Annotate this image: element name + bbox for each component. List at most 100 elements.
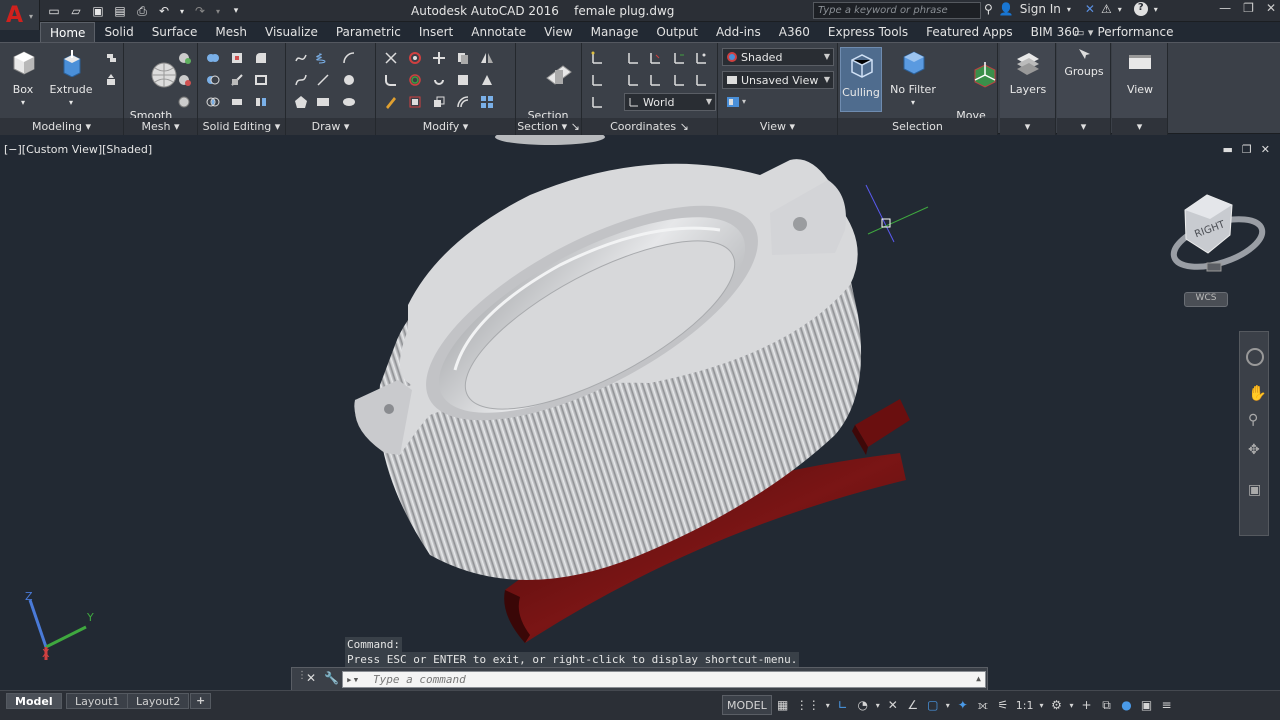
3d-mirror-icon[interactable] — [480, 51, 494, 65]
ucs-origin-icon[interactable] — [672, 73, 686, 87]
polygon-icon[interactable] — [294, 95, 308, 109]
viewcube[interactable]: RIGHT — [1168, 194, 1268, 276]
layout-tab-layout1[interactable]: Layout1 — [66, 693, 129, 709]
zoom-extents-icon[interactable]: ⚲ — [1248, 412, 1258, 428]
save-as-icon[interactable]: ▤ — [112, 3, 128, 19]
tab-solid[interactable]: Solid — [95, 22, 142, 42]
tab-view[interactable]: View — [535, 22, 581, 42]
ortho-icon[interactable]: ∟ — [834, 694, 852, 716]
customization-icon[interactable]: ≡ — [1157, 694, 1175, 716]
fillet-edge-icon[interactable] — [254, 51, 268, 65]
tab-insert[interactable]: Insert — [410, 22, 462, 42]
sign-in-link[interactable]: Sign In — [1020, 2, 1061, 16]
tab-manage[interactable]: Manage — [582, 22, 648, 42]
recent-commands-icon[interactable]: ▸▾ — [346, 673, 359, 686]
restore-icon[interactable]: ❐ — [1243, 1, 1254, 15]
panel-selection-title[interactable]: Selection — [838, 118, 997, 135]
tab-visualize[interactable]: Visualize — [256, 22, 327, 42]
ucs-icon[interactable] — [590, 51, 604, 65]
workspace-switching-icon[interactable]: ⚙ — [1047, 694, 1065, 716]
tab-output[interactable]: Output — [647, 22, 707, 42]
panel-section-title[interactable]: Section ▾ ↘ — [516, 118, 581, 135]
panel-modeling-title[interactable]: Modeling ▾ — [0, 118, 123, 135]
plot-icon[interactable]: ⎙ — [134, 3, 150, 19]
object-snap-icon[interactable]: ▢ — [924, 694, 942, 716]
ucs-x-icon[interactable] — [626, 51, 640, 65]
steering-wheel-icon[interactable] — [1246, 348, 1264, 366]
panel-view-more[interactable]: View ▾ — [1112, 43, 1168, 135]
layers-button[interactable]: Layers — [1004, 47, 1052, 96]
offset-icon[interactable] — [456, 95, 470, 109]
layout-tab-model[interactable]: Model — [6, 693, 62, 709]
interfere-icon[interactable] — [230, 51, 244, 65]
application-menu-button[interactable]: A ▾ — [0, 0, 40, 30]
minimize-icon[interactable]: — — [1219, 1, 1231, 15]
panel-layers[interactable]: Layers ▾ — [1000, 43, 1056, 135]
viewport-config-icon[interactable] — [726, 95, 740, 109]
polar-dropdown-icon[interactable]: ▾ — [874, 694, 882, 716]
ucs-z-icon[interactable] — [672, 51, 686, 65]
tab-mesh[interactable]: Mesh — [206, 22, 256, 42]
panel-view-expand-icon[interactable]: ▾ — [1112, 118, 1167, 135]
ucs-object-icon[interactable] — [626, 73, 640, 87]
ellipse-icon[interactable] — [342, 95, 356, 109]
union-icon[interactable] — [206, 51, 220, 65]
move-icon[interactable] — [432, 51, 446, 65]
fillet-icon[interactable] — [384, 73, 398, 87]
mesh-smooth-less-icon[interactable] — [177, 73, 191, 87]
ucs-named-icon[interactable] — [590, 95, 604, 109]
slice-icon[interactable] — [230, 73, 244, 87]
workspace-dropdown-icon[interactable]: ▾ — [1067, 694, 1075, 716]
help-icon[interactable]: ? — [1133, 2, 1148, 16]
panel-draw-title[interactable]: Draw ▾ — [286, 118, 375, 135]
close-command-line-icon[interactable]: ✕ — [306, 671, 316, 685]
panel-coordinates-title[interactable]: Coordinates ↘ — [582, 118, 717, 135]
exchange-apps-icon[interactable]: ✕ — [1085, 2, 1095, 16]
view-button[interactable]: View — [1116, 47, 1164, 96]
redo-icon[interactable]: ↷ — [192, 3, 208, 19]
layout-tab-layout2[interactable]: Layout2 — [127, 693, 190, 709]
tab-surface[interactable]: Surface — [143, 22, 207, 42]
snap-dropdown-icon[interactable]: ▾ — [824, 694, 832, 716]
3d-scale-icon[interactable] — [408, 95, 422, 109]
annotation-scale-icon[interactable]: ⚟ — [994, 694, 1012, 716]
pan-icon[interactable]: ✋ — [1248, 384, 1267, 402]
panel-view-title[interactable]: View ▾ — [718, 118, 837, 135]
wcs-menu[interactable]: WCS — [1184, 292, 1228, 307]
visual-style-dropdown[interactable]: Shaded ▼ — [722, 48, 834, 66]
close-icon[interactable]: ✕ — [1266, 1, 1276, 15]
save-icon[interactable]: ▣ — [90, 3, 106, 19]
line-icon[interactable] — [316, 73, 330, 87]
tab-add-ins[interactable]: Add-ins — [707, 22, 770, 42]
binoculars-icon[interactable]: ⚲ — [984, 2, 993, 16]
sign-in-dropdown-icon[interactable]: ▾ — [1067, 5, 1071, 14]
tab-home[interactable]: Home — [40, 22, 96, 42]
add-layout-icon[interactable]: + — [190, 693, 212, 709]
tab-express-tools[interactable]: Express Tools — [819, 22, 917, 42]
isodraft-icon[interactable]: ✕ — [884, 694, 902, 716]
polyline-icon[interactable] — [294, 51, 308, 65]
command-input[interactable]: ▸▾ Type a command ▲ — [342, 671, 986, 688]
3d-move-icon[interactable] — [408, 51, 422, 65]
grid-icon[interactable]: ▦ — [774, 694, 792, 716]
customize-qat-icon[interactable]: ▾ — [228, 3, 244, 19]
new-icon[interactable]: ▭ — [46, 3, 62, 19]
extrude-button[interactable]: Extrude ▾ — [48, 47, 94, 109]
polysolid-icon[interactable] — [104, 51, 118, 65]
arc-icon[interactable] — [342, 51, 356, 65]
extract-edges-icon[interactable] — [254, 73, 268, 87]
model-space-button[interactable]: MODEL — [722, 695, 772, 715]
tab-featured-apps[interactable]: Featured Apps — [917, 22, 1021, 42]
helix-icon[interactable] — [316, 51, 330, 65]
erase-icon[interactable] — [384, 95, 398, 109]
ucs-3point-icon[interactable] — [694, 51, 708, 65]
refine-mesh-icon[interactable] — [177, 95, 191, 109]
tab-a360[interactable]: A360 — [770, 22, 819, 42]
drawing-viewport[interactable]: [−][Custom View][Shaded] ▬ ❐ ✕ RIGHT Z Y… — [0, 135, 1280, 690]
infocenter-dropdown-icon[interactable]: ▾ — [1118, 5, 1122, 14]
rectangle-icon[interactable] — [316, 95, 330, 109]
panel-layers-expand-icon[interactable]: ▾ — [1000, 118, 1055, 135]
panel-modify-title[interactable]: Modify ▾ — [376, 118, 515, 135]
ucs-view-icon[interactable] — [590, 73, 604, 87]
circle-icon[interactable] — [342, 73, 356, 87]
